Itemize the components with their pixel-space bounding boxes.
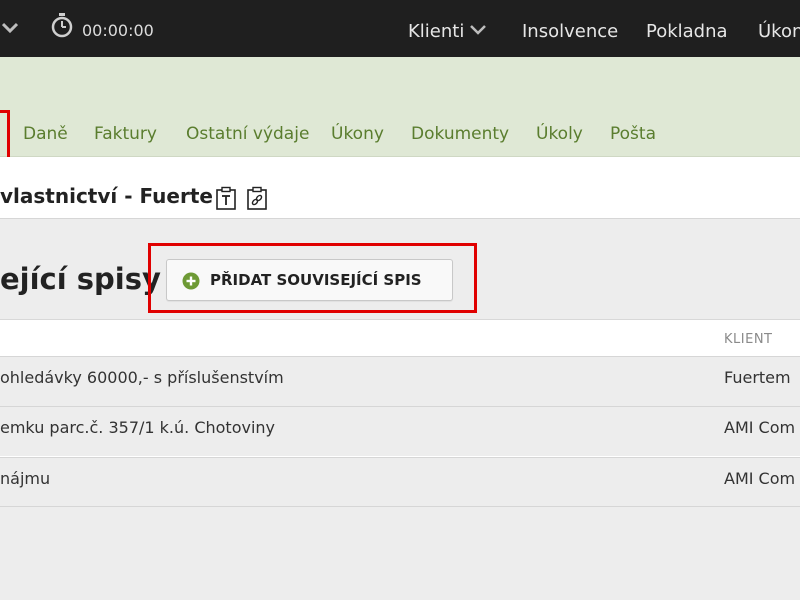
table-row[interactable]: nájmu AMI Com (0, 457, 800, 507)
tab-ukony[interactable]: Úkony (331, 124, 384, 144)
related-cases-table: KLIENT ohledávky 60000,- s příslušenství… (0, 319, 800, 507)
nav-insolvence[interactable]: Insolvence (522, 21, 618, 42)
nav-klienti-label: Klienti (408, 21, 465, 42)
case-name-cell[interactable]: emku parc.č. 357/1 k.ú. Chotoviny (0, 418, 275, 437)
tab-posta[interactable]: Pošta (610, 124, 656, 144)
nav-pokladna[interactable]: Pokladna (646, 21, 728, 42)
chevron-down-icon[interactable] (2, 22, 18, 34)
tab-ostatni-vydaje[interactable]: Ostatní výdaje (186, 124, 309, 144)
table-row[interactable]: ohledávky 60000,- s příslušenstvím Fuert… (0, 356, 800, 406)
section-title: ející spisy (0, 262, 161, 296)
plus-circle-icon (182, 272, 200, 290)
timer-display[interactable]: 00:00:00 (82, 21, 154, 40)
copy-text-icon[interactable] (215, 186, 237, 210)
divider (0, 506, 800, 507)
case-name-cell[interactable]: nájmu (0, 469, 50, 488)
column-header-client[interactable]: KLIENT (724, 332, 772, 347)
top-navbar: 00:00:00 Klienti Insolvence Pokladna Úko… (0, 0, 800, 57)
table-row[interactable]: emku parc.č. 357/1 k.ú. Chotoviny AMI Co… (0, 406, 800, 456)
tab-dokumenty[interactable]: Dokumenty (411, 124, 509, 144)
nav-klienti[interactable]: Klienti (408, 21, 487, 42)
client-cell: Fuertem (724, 368, 791, 387)
case-name-cell[interactable]: ohledávky 60000,- s příslušenstvím (0, 368, 284, 387)
add-related-case-label: PŘIDAT SOUVISEJÍCÍ SPIS (210, 271, 422, 289)
tab-ukoly[interactable]: Úkoly (536, 124, 583, 144)
chevron-down-icon (470, 25, 487, 35)
client-cell: AMI Com (724, 469, 796, 488)
tab-faktury[interactable]: Faktury (94, 124, 157, 144)
nav-ukon[interactable]: Úkon (758, 21, 800, 42)
add-related-case-button[interactable]: PŘIDAT SOUVISEJÍCÍ SPIS (166, 259, 453, 301)
tab-dane[interactable]: Daně (23, 124, 68, 144)
stopwatch-icon[interactable] (50, 12, 74, 38)
client-cell: AMI Com (724, 418, 796, 437)
copy-link-icon[interactable] (246, 186, 268, 210)
page-title: vlastnictví - Fuerte (0, 184, 213, 208)
